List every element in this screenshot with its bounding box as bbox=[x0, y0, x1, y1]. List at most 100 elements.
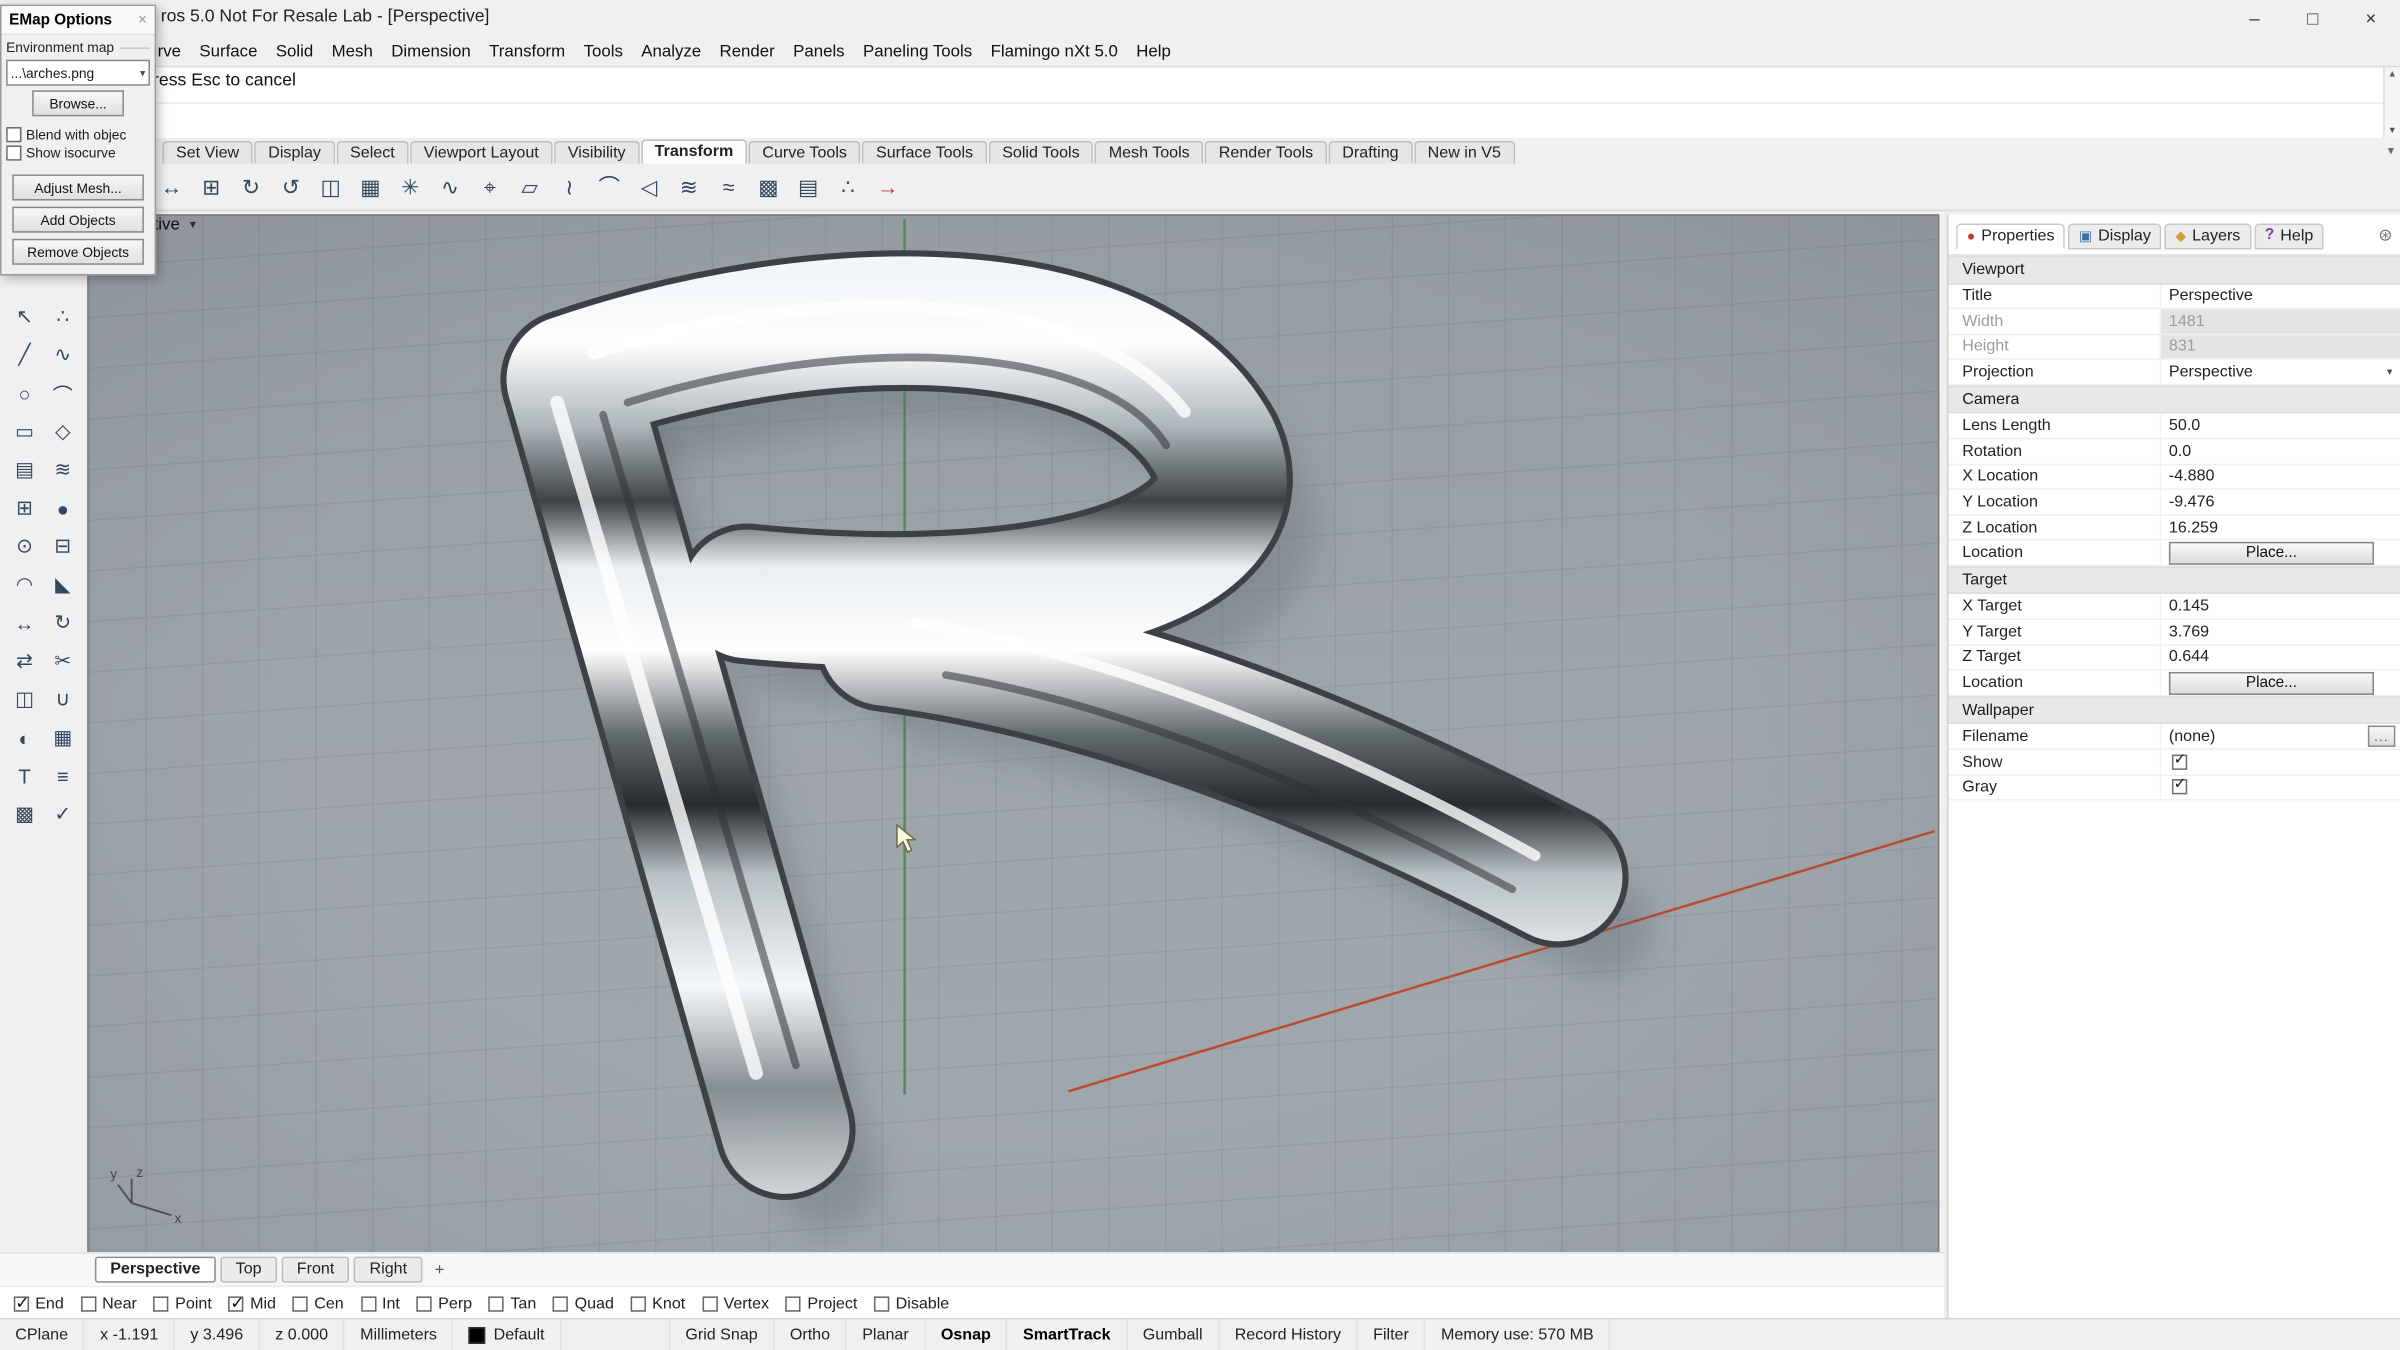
toolbar-tab[interactable]: Display bbox=[254, 141, 334, 164]
status-toggle[interactable]: Ortho bbox=[775, 1319, 847, 1350]
edit-points-icon[interactable]: ∴ bbox=[44, 298, 81, 335]
trim-icon[interactable]: ✂ bbox=[44, 643, 81, 680]
perspective-viewport[interactable] bbox=[87, 214, 1939, 1255]
dialog-button[interactable]: Add Objects bbox=[12, 207, 144, 233]
status-toggle[interactable]: Record History bbox=[1219, 1319, 1357, 1350]
toolbar-tab[interactable]: Transform bbox=[641, 139, 747, 163]
menu-item[interactable]: Mesh bbox=[322, 42, 382, 60]
panel-tab[interactable]: ▣ Display bbox=[2068, 223, 2161, 249]
move-tool-icon[interactable]: ↔ bbox=[6, 605, 43, 642]
checkbox[interactable] bbox=[361, 1296, 376, 1311]
panel-tab[interactable]: ? Help bbox=[2254, 223, 2324, 249]
hatch-icon[interactable]: ▩ bbox=[6, 796, 43, 833]
polygon-icon[interactable]: ◇ bbox=[44, 413, 81, 450]
osnap-checkbox-item[interactable]: Tan bbox=[489, 1294, 536, 1312]
osnap-checkbox-item[interactable]: Near bbox=[81, 1294, 137, 1312]
orient-icon[interactable]: ⌖ bbox=[471, 168, 508, 205]
status-item[interactable]: x -1.191 bbox=[85, 1319, 175, 1350]
chamfer-icon[interactable]: ◣ bbox=[44, 566, 81, 603]
minimize-button[interactable]: – bbox=[2226, 0, 2284, 37]
project-icon[interactable]: ▤ bbox=[790, 168, 827, 205]
rotate-tool-icon[interactable]: ↻ bbox=[44, 605, 81, 642]
toolbar-tab[interactable]: Select bbox=[336, 141, 408, 164]
panel-tab[interactable]: ● Properties bbox=[1956, 223, 2065, 249]
property-value[interactable]: 1481 ▾ ... bbox=[2160, 309, 2400, 333]
flow-icon[interactable]: ≋ bbox=[670, 168, 707, 205]
status-toggle[interactable]: Gumball bbox=[1127, 1319, 1219, 1350]
menu-item[interactable]: Dimension bbox=[382, 42, 480, 60]
toolbar-tab[interactable]: Mesh Tools bbox=[1095, 141, 1204, 164]
toolbar-tab[interactable]: New in V5 bbox=[1414, 141, 1515, 164]
property-value[interactable]: 50.0 ▾ ... bbox=[2160, 414, 2400, 438]
set-points-icon[interactable]: ∴ bbox=[830, 168, 867, 205]
dimension-icon[interactable]: ≡ bbox=[44, 758, 81, 795]
ellipsis-button[interactable]: ... bbox=[2368, 726, 2396, 747]
checkbox[interactable] bbox=[293, 1296, 308, 1311]
circle-icon[interactable]: ○ bbox=[6, 375, 43, 412]
checkbox[interactable] bbox=[154, 1296, 169, 1311]
maximize-button[interactable]: □ bbox=[2284, 0, 2342, 37]
property-value[interactable]: ▾ ... bbox=[2160, 750, 2400, 774]
join-icon[interactable]: ∪ bbox=[44, 681, 81, 718]
copy-icon[interactable]: ⊞ bbox=[193, 168, 230, 205]
taper-icon[interactable]: ◁ bbox=[631, 168, 668, 205]
property-value[interactable]: 0.0 ▾ ... bbox=[2160, 439, 2400, 463]
status-toggle[interactable]: Memory use: 570 MB bbox=[1426, 1319, 1611, 1350]
checkbox[interactable] bbox=[6, 145, 21, 160]
checkbox[interactable] bbox=[229, 1296, 244, 1311]
sphere-icon[interactable]: ● bbox=[44, 490, 81, 527]
osnap-checkbox-item[interactable]: Knot bbox=[631, 1294, 686, 1312]
rotate-3d-icon[interactable]: ↺ bbox=[272, 168, 309, 205]
checkbox[interactable] bbox=[786, 1296, 801, 1311]
dialog-checkbox-row[interactable]: Blend with objec bbox=[6, 127, 150, 142]
scale-tool-icon[interactable]: ⇄ bbox=[6, 643, 43, 680]
toolbar-tab[interactable]: Render Tools bbox=[1205, 141, 1327, 164]
extrude-icon[interactable]: ⊟ bbox=[44, 528, 81, 565]
osnap-checkbox-item[interactable]: Disable bbox=[874, 1294, 949, 1312]
checkbox[interactable] bbox=[553, 1296, 568, 1311]
toolbar-tab[interactable]: Curve Tools bbox=[749, 141, 861, 164]
polar-array-icon[interactable]: ✳ bbox=[392, 168, 429, 205]
toolbar-tab[interactable]: Drafting bbox=[1329, 141, 1413, 164]
gumball-arrow-icon[interactable]: → bbox=[869, 168, 906, 205]
array-icon[interactable]: ▦ bbox=[352, 168, 389, 205]
viewport-menu-arrow-icon[interactable]: ▼ bbox=[187, 220, 198, 231]
fillet-icon[interactable]: ◠ bbox=[6, 566, 43, 603]
osnap-checkbox-item[interactable]: End bbox=[14, 1294, 64, 1312]
surface-icon[interactable]: ▤ bbox=[6, 452, 43, 489]
command-scrollbar[interactable]: ▲ ▼ bbox=[2383, 67, 2400, 139]
dialog-button[interactable]: Adjust Mesh... bbox=[12, 174, 144, 200]
property-value[interactable]: 3.769 ▾ ... bbox=[2160, 620, 2400, 644]
browse-button[interactable]: Browse... bbox=[32, 90, 124, 116]
property-value[interactable]: (none) ▾ ... bbox=[2160, 724, 2400, 748]
toolbar-tab[interactable]: Set View bbox=[162, 141, 253, 164]
property-value[interactable]: 831 ▾ ... bbox=[2160, 335, 2400, 359]
menu-item[interactable]: Solid bbox=[267, 42, 323, 60]
status-item[interactable]: Default bbox=[454, 1319, 562, 1350]
osnap-checkbox-item[interactable]: Point bbox=[154, 1294, 212, 1312]
status-item[interactable]: CPlane bbox=[0, 1319, 85, 1350]
scroll-down-icon[interactable]: ▼ bbox=[2388, 127, 2397, 136]
property-value[interactable]: 16.259 ▾ ... bbox=[2160, 515, 2400, 539]
panel-tab[interactable]: ◆ Layers bbox=[2165, 223, 2251, 249]
toolbar-tab[interactable]: Viewport Layout bbox=[410, 141, 553, 164]
rectangle-icon[interactable]: ▭ bbox=[6, 413, 43, 450]
property-value[interactable]: Perspective ▾ ... bbox=[2160, 284, 2400, 308]
viewport-tab[interactable]: Top bbox=[220, 1257, 277, 1283]
checkbox[interactable] bbox=[2172, 754, 2187, 769]
status-toggle[interactable]: Osnap bbox=[926, 1319, 1008, 1350]
menu-item[interactable]: Panels bbox=[784, 42, 854, 60]
gear-icon[interactable]: ⊛ bbox=[2378, 225, 2392, 245]
mirror-icon[interactable]: ◫ bbox=[312, 168, 349, 205]
bend-icon[interactable]: ⌒ bbox=[591, 168, 628, 205]
smooth-icon[interactable]: ≈ bbox=[710, 168, 747, 205]
array-tool-icon[interactable]: ▦ bbox=[44, 719, 81, 756]
toolbar-tab[interactable]: Solid Tools bbox=[988, 141, 1093, 164]
property-value[interactable]: ▾ ... bbox=[2160, 775, 2400, 799]
menu-item[interactable]: Analyze bbox=[632, 42, 710, 60]
status-item[interactable]: Millimeters bbox=[345, 1319, 454, 1350]
dialog-checkbox-row[interactable]: Show isocurve bbox=[6, 145, 150, 160]
text-icon[interactable]: T bbox=[6, 758, 43, 795]
checkbox[interactable] bbox=[2172, 780, 2187, 795]
sweep-icon[interactable]: ≋ bbox=[44, 452, 81, 489]
